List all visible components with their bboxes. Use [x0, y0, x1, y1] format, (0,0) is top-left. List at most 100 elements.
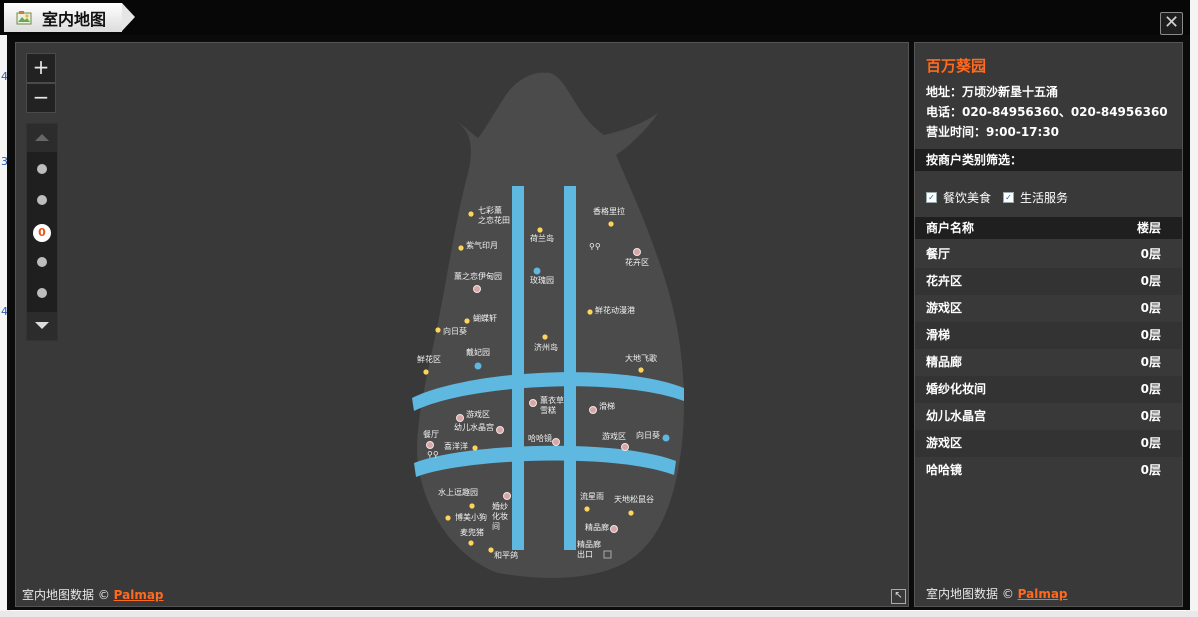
poi-marker[interactable]: [589, 406, 597, 414]
poi-marker[interactable]: [458, 245, 464, 251]
poi-marker[interactable]: [472, 445, 478, 451]
poi-label: 麦兜猪: [460, 527, 484, 537]
restroom-icon: ⚲⚲: [427, 450, 439, 459]
poi-label: 和平鸽: [494, 550, 518, 560]
merchant-row[interactable]: 花卉区 0层: [915, 268, 1182, 295]
poi-marker[interactable]: [662, 434, 670, 442]
corridor-right: [564, 186, 576, 550]
category-filter-heading: 按商户类别筛选：: [915, 149, 1182, 171]
zoom-out-button[interactable]: −: [26, 83, 56, 113]
floor-option[interactable]: [37, 288, 47, 298]
merchant-row[interactable]: 婚纱化妆间 0层: [915, 376, 1182, 403]
merchant-row[interactable]: 滑梯 0层: [915, 322, 1182, 349]
store-name: 百万葵园: [926, 57, 987, 75]
poi-marker[interactable]: [633, 248, 641, 256]
poi-marker[interactable]: [468, 211, 474, 217]
poi-label: 鲜花区: [417, 354, 441, 364]
zoom-in-button[interactable]: +: [26, 53, 56, 83]
store-info-panel: 百万葵园 地址：万顷沙新垦十五涌 电话：020-84956360、020-849…: [914, 42, 1183, 607]
poi-marker[interactable]: [469, 503, 475, 509]
floor-selector[interactable]: 0: [26, 123, 58, 341]
floor-option[interactable]: [37, 257, 47, 267]
expand-icon[interactable]: ↖: [891, 589, 906, 604]
poi-label: 济州岛: [534, 342, 558, 352]
merchant-row[interactable]: 幼儿水晶宫 0层: [915, 403, 1182, 430]
poi-label: 精品廊: [585, 522, 609, 532]
poi-label: 餐厅: [423, 430, 439, 439]
poi-marker[interactable]: [435, 327, 441, 333]
poi-label: 哈哈镜: [528, 433, 552, 443]
poi-marker[interactable]: [445, 515, 451, 521]
merchant-name: 幼儿水晶宫: [926, 409, 987, 423]
poi-label: 玫瑰园: [530, 275, 554, 285]
poi-label: 向日葵: [636, 430, 660, 440]
poi-marker[interactable]: [496, 426, 504, 434]
poi-marker[interactable]: [608, 221, 614, 227]
store-phone: 电话：020-84956360、020-84956360: [926, 105, 1168, 119]
merchant-name: 精品廊: [926, 355, 963, 369]
filter-checkbox-food[interactable]: ✓ 餐饮美食: [926, 189, 991, 206]
poi-marker[interactable]: [638, 367, 644, 373]
restroom-icon: ⚲⚲: [589, 242, 601, 251]
poi-marker[interactable]: [628, 510, 634, 516]
poi-label: 博美小狗: [455, 512, 487, 522]
poi-marker[interactable]: [542, 334, 548, 340]
poi-marker[interactable]: [621, 443, 629, 451]
info-credit: 室内地图数据 © Palmap: [926, 587, 1068, 601]
poi-label: 花卉区: [625, 257, 649, 267]
merchant-name: 哈哈镜: [926, 463, 963, 477]
dialog-title: 室内地图: [42, 9, 107, 29]
merchant-row[interactable]: 哈哈镜 0层: [915, 457, 1182, 484]
poi-marker[interactable]: [552, 438, 560, 446]
map-icon: [16, 10, 32, 26]
poi-label: 水上逗趣园: [438, 487, 478, 497]
merchant-floor: 0层: [1140, 247, 1161, 261]
column-header-floor: 楼层: [1136, 221, 1161, 235]
merchant-row[interactable]: 精品廊 0层: [915, 349, 1182, 376]
filter-checkbox-services[interactable]: ✓ 生活服务: [1003, 189, 1068, 206]
poi-marker[interactable]: [474, 362, 482, 370]
corridor-left: [512, 186, 524, 550]
poi-marker[interactable]: [529, 399, 537, 407]
poi-label: 蝴蝶轩: [473, 313, 497, 323]
merchant-name: 花卉区: [926, 274, 963, 288]
merchant-table-header: 商户名称 楼层: [915, 217, 1182, 239]
indoor-map-panel[interactable]: 七彩薰之恋花田 荷兰岛 香格里拉 紫气印月 花卉区 薰之恋伊甸园 玫瑰园 蝴蝶轩 鲜花动漫港 向日…: [15, 42, 909, 607]
floor-plan-map[interactable]: 七彩薰之恋花田荷兰岛香格里拉紫气印月花卉区薰之恋伊甸园 玫瑰园蝴蝶轩鲜花动漫港向日…: [16, 43, 908, 606]
minus-icon: −: [32, 85, 50, 109]
poi-marker[interactable]: [456, 414, 464, 422]
merchant-row[interactable]: 餐厅 0层: [915, 241, 1182, 268]
floor-option[interactable]: [37, 164, 47, 174]
poi-marker[interactable]: [473, 285, 481, 293]
poi-marker[interactable]: [584, 506, 590, 512]
poi-label: 荷兰岛: [530, 233, 554, 243]
poi-marker[interactable]: [426, 441, 434, 449]
poi-marker[interactable]: [468, 540, 474, 546]
poi-marker[interactable]: [464, 318, 470, 324]
merchant-row[interactable]: 游戏区 0层: [915, 295, 1182, 322]
floor-up-button[interactable]: [27, 124, 57, 152]
poi-marker[interactable]: [488, 547, 494, 553]
poi-marker[interactable]: [503, 492, 511, 500]
palmap-link[interactable]: Palmap: [1018, 587, 1068, 601]
store-address: 地址：万顷沙新垦十五涌: [926, 85, 1059, 99]
poi-label: 香格里拉: [593, 206, 625, 216]
current-floor-indicator[interactable]: 0: [33, 224, 51, 242]
poi-marker[interactable]: [610, 525, 618, 533]
map-credit: 室内地图数据 © Palmap: [22, 588, 164, 602]
poi-marker[interactable]: [587, 309, 593, 315]
floor-option[interactable]: [37, 195, 47, 205]
close-button[interactable]: ✕: [1160, 12, 1183, 35]
poi-label: 滑梯: [599, 401, 615, 411]
poi-marker[interactable]: [537, 227, 543, 233]
poi-label: 大地飞歌: [625, 353, 657, 363]
merchant-name: 游戏区: [926, 301, 963, 315]
palmap-link[interactable]: Palmap: [114, 588, 164, 602]
dialog-title-tab: 室内地图: [4, 3, 135, 32]
floor-down-button[interactable]: [27, 312, 57, 340]
poi-label: 薰之恋伊甸园: [454, 271, 502, 281]
poi-marker[interactable]: [423, 369, 429, 375]
poi-marker[interactable]: [533, 267, 541, 275]
merchant-floor: 0层: [1140, 382, 1161, 396]
merchant-row[interactable]: 游戏区 0层: [915, 430, 1182, 457]
